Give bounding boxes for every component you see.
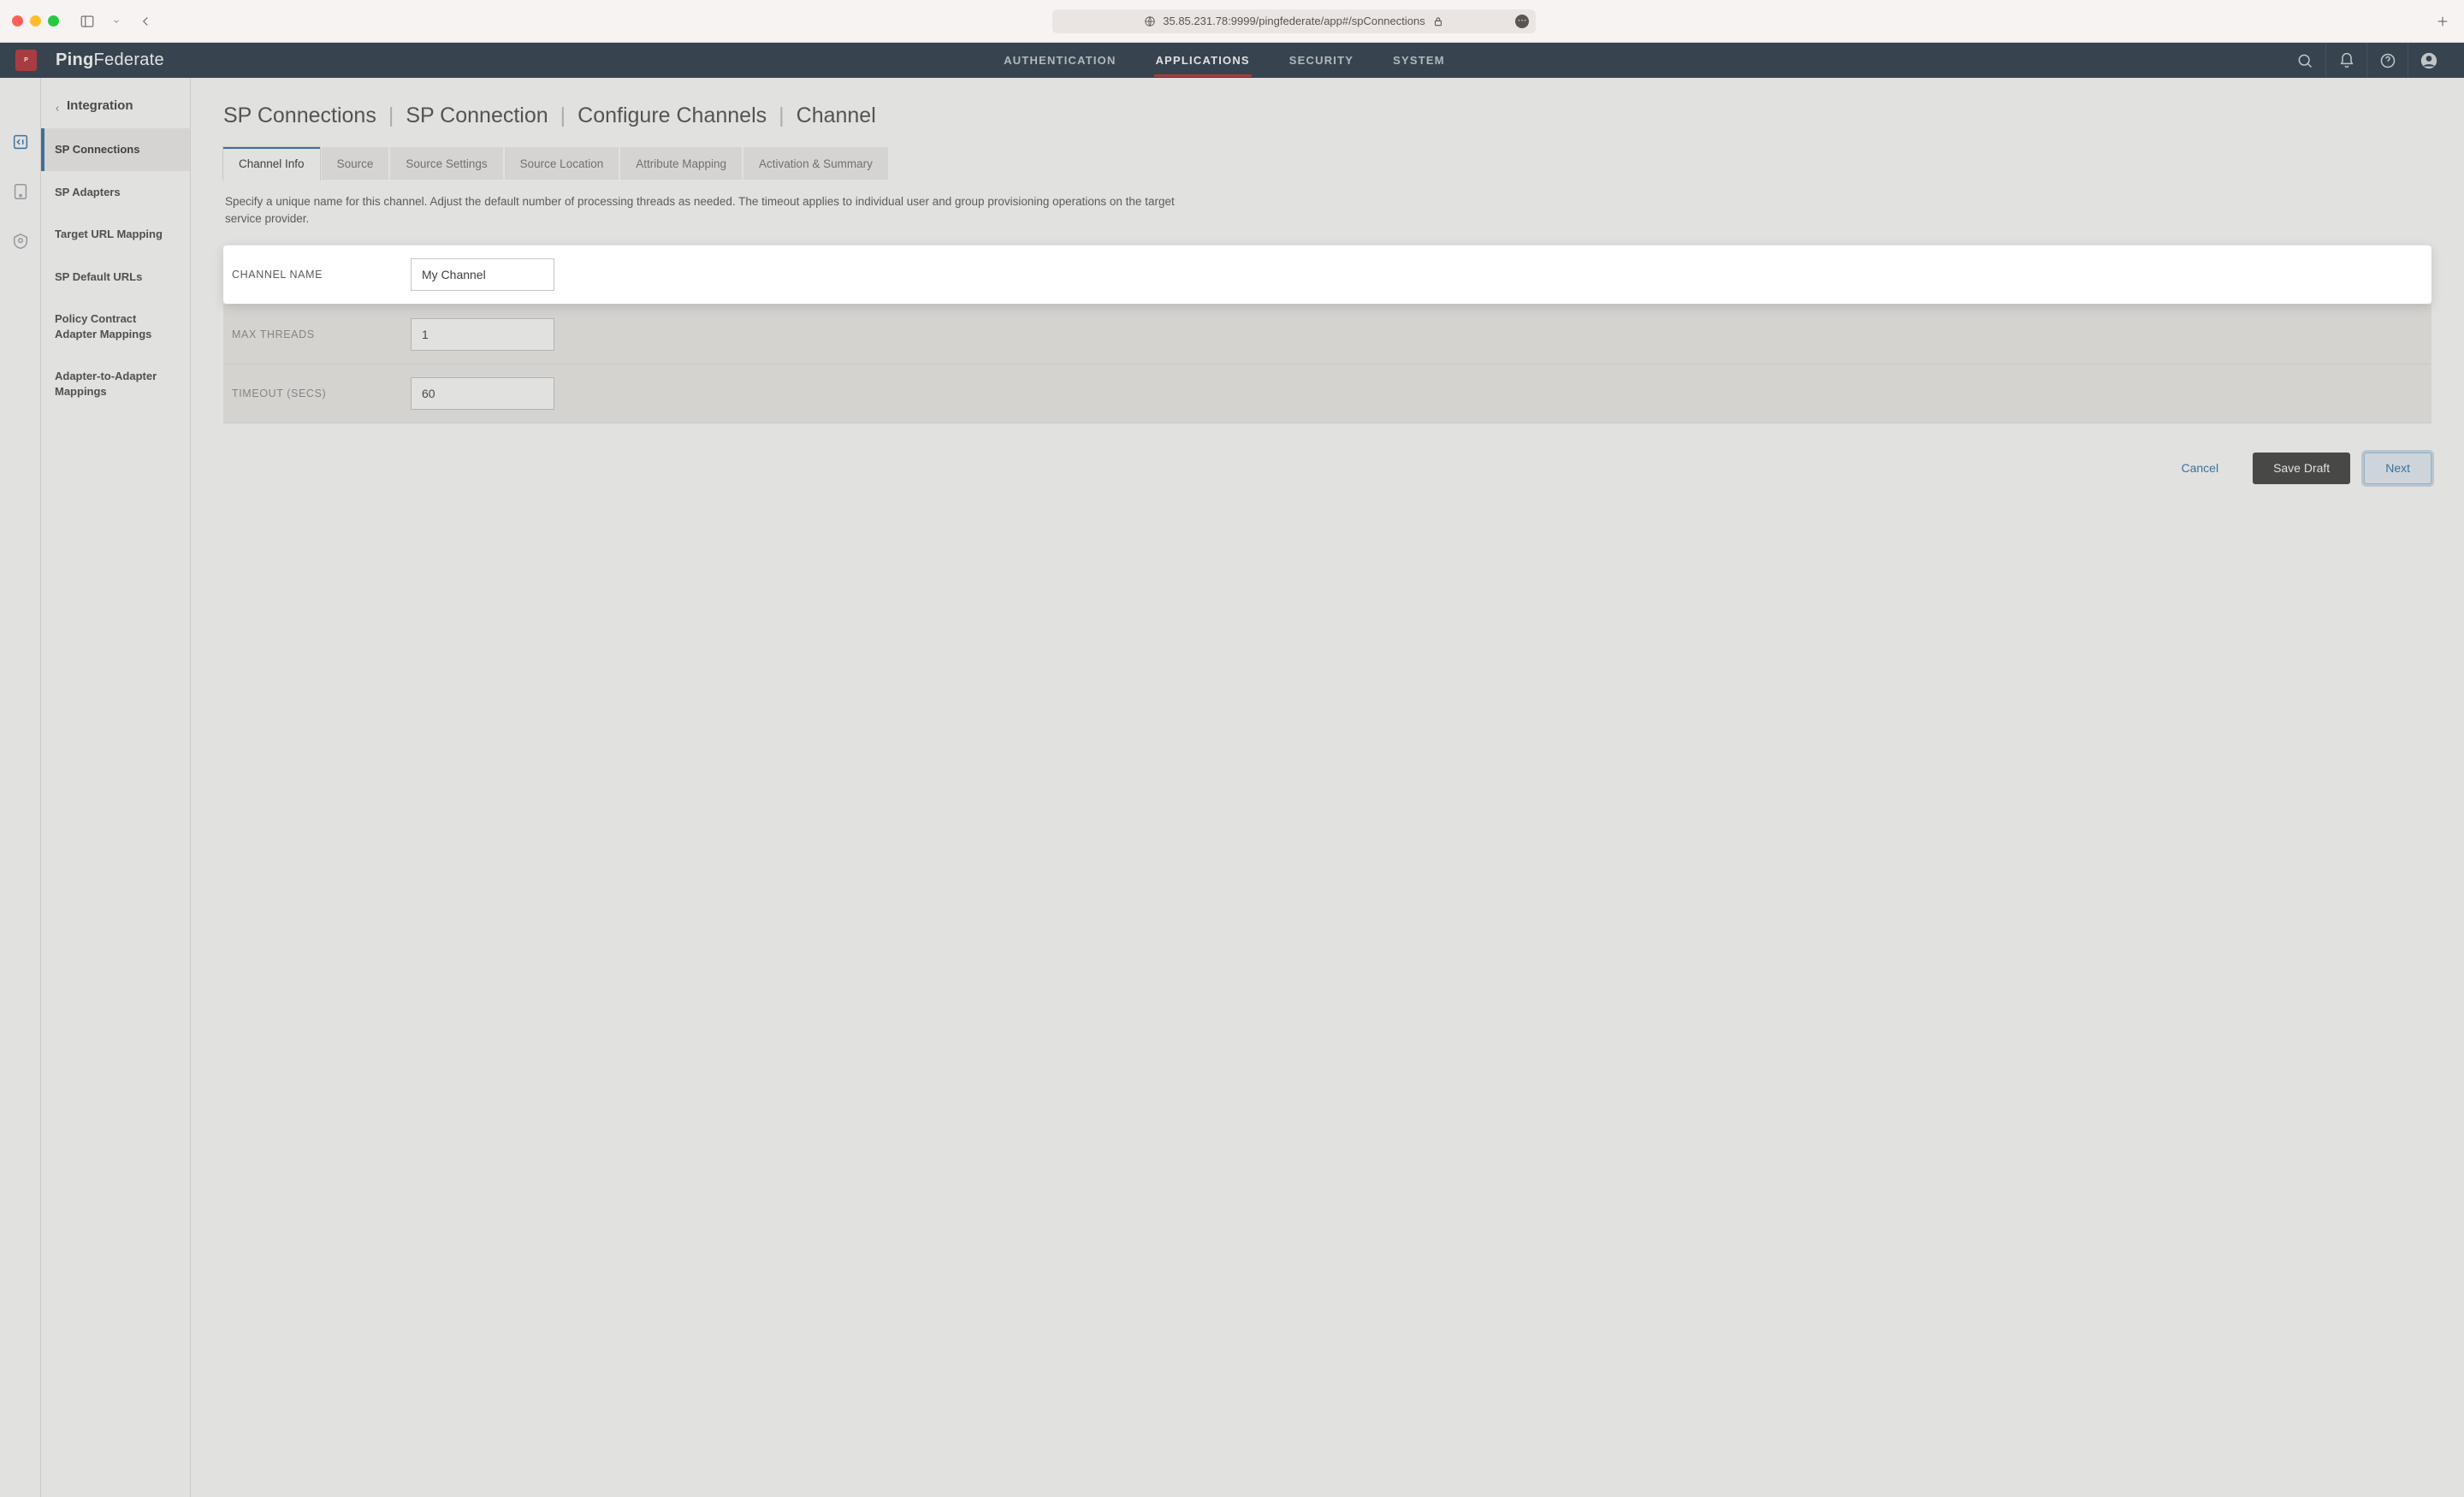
app-header: P PingFederate AUTHENTICATION APPLICATIO…	[0, 43, 2464, 78]
sidebar-item-sp-connections[interactable]: SP Connections	[41, 128, 190, 171]
tab-attribute-mapping[interactable]: Attribute Mapping	[620, 147, 742, 180]
nav-security[interactable]: SECURITY	[1288, 44, 1355, 77]
left-icon-rail	[0, 78, 41, 1497]
sidebar-item-target-url-mapping[interactable]: Target URL Mapping	[41, 213, 190, 256]
address-bar-text: 35.85.231.78:9999/pingfederate/app#/spCo…	[1163, 15, 1424, 27]
page-settings-icon[interactable]: ⋯	[1515, 15, 1529, 28]
tab-description: Specify a unique name for this channel. …	[225, 193, 1183, 228]
row-timeout: TIMEOUT (SECS)	[223, 364, 2431, 423]
form: CHANNEL NAME MAX THREADS TIMEOUT (SECS)	[223, 244, 2431, 423]
sidebar-heading[interactable]: Integration	[41, 98, 190, 128]
address-bar[interactable]: 35.85.231.78:9999/pingfederate/app#/spCo…	[1052, 9, 1536, 33]
breadcrumb-segment[interactable]: SP Connections	[223, 104, 376, 128]
window-controls	[12, 15, 59, 27]
nav-authentication[interactable]: AUTHENTICATION	[1002, 44, 1117, 77]
primary-nav: AUTHENTICATION APPLICATIONS SECURITY SYS…	[1002, 44, 1447, 77]
notifications-icon[interactable]	[2325, 43, 2366, 78]
tab-channel-info[interactable]: Channel Info	[223, 147, 320, 180]
help-icon[interactable]	[2366, 43, 2408, 78]
zoom-window-button[interactable]	[48, 15, 59, 27]
sidebar: Integration SP Connections SP Adapters T…	[41, 78, 191, 1497]
row-channel-name: CHANNEL NAME	[223, 245, 2431, 304]
input-timeout[interactable]	[411, 377, 554, 410]
sidebar-item-adapter-to-adapter-mappings[interactable]: Adapter-to-Adapter Mappings	[41, 355, 190, 412]
tab-source-location[interactable]: Source Location	[505, 147, 619, 180]
sidebar-item-sp-default-urls[interactable]: SP Default URLs	[41, 256, 190, 299]
back-button-icon[interactable]	[136, 12, 155, 31]
breadcrumb-segment[interactable]: Configure Channels	[578, 104, 767, 128]
breadcrumb: SP Connections| SP Connection| Configure…	[223, 104, 2431, 128]
breadcrumb-segment[interactable]: SP Connection	[406, 104, 548, 128]
brand-name: PingFederate	[56, 50, 164, 70]
rail-oauth-icon[interactable]	[11, 182, 30, 201]
account-avatar-icon[interactable]	[2408, 43, 2449, 78]
label-max-threads: MAX THREADS	[228, 328, 411, 340]
tab-activation-summary[interactable]: Activation & Summary	[743, 147, 888, 180]
tab-source[interactable]: Source	[322, 147, 389, 180]
tab-source-settings[interactable]: Source Settings	[390, 147, 502, 180]
nav-applications[interactable]: APPLICATIONS	[1154, 44, 1252, 77]
next-button[interactable]: Next	[2364, 453, 2431, 484]
chevron-left-icon	[53, 102, 62, 110]
globe-icon	[1144, 15, 1156, 27]
search-icon[interactable]	[2284, 43, 2325, 78]
wizard-footer: Cancel Save Draft Next	[223, 453, 2431, 510]
wizard-tabs: Channel Info Source Source Settings Sour…	[223, 147, 2431, 180]
breadcrumb-segment: Channel	[797, 104, 876, 128]
sidebar-item-sp-adapters[interactable]: SP Adapters	[41, 171, 190, 214]
brand-logo[interactable]: P	[15, 50, 37, 71]
rail-integration-icon[interactable]	[11, 133, 30, 151]
row-max-threads: MAX THREADS	[223, 305, 2431, 364]
label-channel-name: CHANNEL NAME	[228, 269, 411, 281]
rail-token-icon[interactable]	[11, 232, 30, 251]
save-draft-button[interactable]: Save Draft	[2253, 453, 2350, 484]
header-actions	[2284, 43, 2449, 78]
main-content: SP Connections| SP Connection| Configure…	[191, 78, 2464, 1497]
label-timeout: TIMEOUT (SECS)	[228, 388, 411, 399]
new-tab-button-icon[interactable]	[2433, 12, 2452, 31]
close-window-button[interactable]	[12, 15, 23, 27]
input-max-threads[interactable]	[411, 318, 554, 351]
cancel-button[interactable]: Cancel	[2160, 453, 2239, 484]
sidebar-toggle-icon[interactable]	[78, 12, 97, 31]
browser-chrome-bar: 35.85.231.78:9999/pingfederate/app#/spCo…	[0, 0, 2464, 43]
tab-group-dropdown-icon[interactable]	[107, 12, 126, 31]
sidebar-item-policy-contract-adapter-mappings[interactable]: Policy Contract Adapter Mappings	[41, 298, 190, 355]
nav-system[interactable]: SYSTEM	[1391, 44, 1447, 77]
minimize-window-button[interactable]	[30, 15, 41, 27]
lock-icon	[1432, 15, 1444, 27]
input-channel-name[interactable]	[411, 258, 554, 291]
